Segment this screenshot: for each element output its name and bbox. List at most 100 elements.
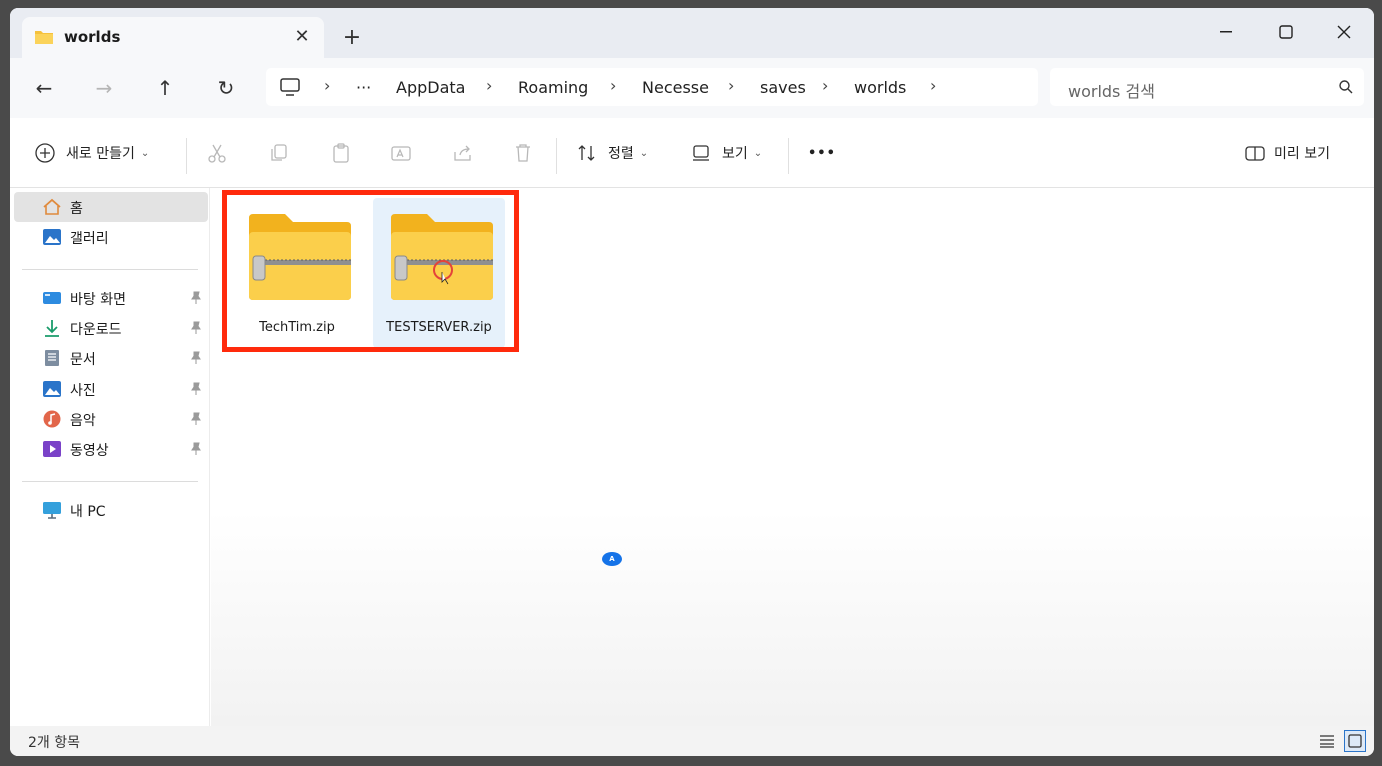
sidebar-item-downloads[interactable]: 다운로드 — [14, 313, 208, 343]
back-button[interactable]: ← — [28, 72, 60, 104]
maximize-icon — [1279, 25, 1293, 39]
toolbar-divider — [556, 138, 557, 174]
breadcrumb-necesse[interactable]: Necesse — [642, 78, 709, 97]
sidebar-label: 바탕 화면 — [70, 292, 126, 308]
chevron-right-icon[interactable]: › — [486, 76, 492, 95]
chevron-down-icon: ⌄ — [753, 147, 763, 159]
minimize-button[interactable] — [1200, 14, 1252, 50]
breadcrumb-roaming[interactable]: Roaming — [518, 78, 588, 97]
tab-title: worlds — [64, 28, 121, 46]
sidebar-divider — [22, 481, 198, 482]
search-box[interactable]: worlds 검색 — [1050, 68, 1364, 106]
pin-icon[interactable] — [190, 291, 202, 305]
breadcrumb-appdata[interactable]: AppData — [396, 78, 465, 97]
file-explorer-window: worlds ✕ + ← → ↑ ↻ › ··· AppData › Roami… — [10, 8, 1374, 756]
maximize-button[interactable] — [1260, 14, 1312, 50]
navigation-pane: 홈 갤러리 바탕 화면 다운로드 문서 사진 음악 동영상 내 PC — [10, 188, 210, 726]
sidebar-label: 동영상 — [70, 443, 109, 459]
sidebar-label: 홈 — [70, 201, 83, 217]
sidebar-item-desktop[interactable]: 바탕 화면 — [14, 283, 208, 313]
more-options-button[interactable]: ••• — [808, 140, 836, 166]
large-icons-view-icon — [1348, 734, 1362, 748]
breadcrumb-saves[interactable]: saves — [760, 78, 806, 97]
sort-icon — [578, 145, 595, 161]
gallery-icon — [43, 229, 61, 245]
sidebar-item-gallery[interactable]: 갤러리 — [14, 222, 208, 252]
computer-icon — [43, 502, 61, 519]
search-icon — [1339, 80, 1353, 94]
pin-icon[interactable] — [190, 412, 202, 426]
sidebar-item-this-pc[interactable]: 내 PC — [14, 495, 208, 525]
pin-icon[interactable] — [190, 442, 202, 456]
home-icon — [43, 198, 61, 215]
address-bar[interactable]: › ··· AppData › Roaming › Necesse › save… — [266, 68, 1038, 106]
chevron-right-icon: › — [324, 76, 331, 95]
sidebar-label: 문서 — [70, 352, 96, 368]
toolbar-divider — [186, 138, 187, 174]
new-button[interactable]: 새로 만들기 ⌄ — [34, 140, 149, 166]
chevron-right-icon[interactable]: › — [930, 76, 936, 95]
new-button-label: 새로 만들기 — [66, 146, 135, 162]
video-icon — [43, 441, 61, 457]
sidebar-label: 갤러리 — [70, 231, 109, 247]
item-count: 2개 항목 — [28, 735, 80, 751]
refresh-button[interactable]: ↻ — [210, 72, 242, 104]
large-icons-view-button[interactable] — [1344, 730, 1366, 752]
paste-button[interactable] — [330, 140, 352, 166]
sidebar-item-pictures[interactable]: 사진 — [14, 374, 208, 404]
sidebar-label: 사진 — [70, 383, 96, 399]
copy-icon — [271, 144, 287, 161]
chevron-down-icon: ⌄ — [639, 147, 649, 159]
sidebar-label: 음악 — [70, 413, 96, 429]
overlay-badge: A — [602, 552, 622, 566]
monitor-icon — [280, 78, 300, 96]
clipboard-icon — [333, 143, 349, 163]
rename-button[interactable] — [390, 140, 412, 166]
close-window-button[interactable] — [1318, 14, 1370, 50]
details-view-button[interactable] — [1316, 730, 1338, 752]
tab-worlds[interactable]: worlds ✕ — [22, 17, 324, 58]
sidebar-item-videos[interactable]: 동영상 — [14, 434, 208, 464]
close-tab-icon[interactable]: ✕ — [290, 25, 314, 49]
search-input[interactable]: worlds 검색 — [1068, 78, 1155, 102]
copy-button[interactable] — [268, 140, 290, 166]
preview-pane-label: 미리 보기 — [1274, 146, 1330, 162]
plus-circle-icon — [35, 143, 55, 163]
pin-icon[interactable] — [190, 351, 202, 365]
sidebar-label: 다운로드 — [70, 322, 122, 338]
breadcrumb-worlds[interactable]: worlds — [854, 78, 906, 97]
document-icon — [45, 350, 59, 366]
delete-button[interactable] — [512, 140, 534, 166]
chevron-down-icon: ⌄ — [140, 147, 150, 159]
view-label: 보기 — [722, 146, 748, 162]
preview-pane-button[interactable]: 미리 보기 — [1244, 140, 1330, 166]
chevron-right-icon[interactable]: › — [822, 76, 828, 95]
sidebar-label: 내 PC — [70, 504, 106, 520]
forward-button[interactable]: → — [88, 72, 120, 104]
sidebar-item-documents[interactable]: 문서 — [14, 343, 208, 373]
sidebar-divider — [22, 269, 198, 270]
view-button[interactable]: 보기 ⌄ — [690, 140, 762, 166]
rename-icon — [391, 146, 411, 161]
up-button[interactable]: ↑ — [149, 72, 181, 104]
pin-icon[interactable] — [190, 321, 202, 335]
new-tab-button[interactable]: + — [338, 24, 366, 52]
pin-icon[interactable] — [190, 382, 202, 396]
sidebar-item-music[interactable]: 음악 — [14, 404, 208, 434]
title-bar: worlds ✕ + — [10, 8, 1374, 58]
music-icon — [43, 410, 61, 428]
sort-button[interactable]: 정렬 ⌄ — [576, 140, 648, 166]
close-icon — [1337, 25, 1351, 39]
breadcrumb-overflow[interactable]: ··· — [356, 78, 371, 97]
sidebar-item-home[interactable]: 홈 — [14, 192, 208, 222]
download-icon — [45, 320, 59, 337]
sort-label: 정렬 — [608, 146, 634, 162]
navigation-bar: ← → ↑ ↻ › ··· AppData › Roaming › Necess… — [10, 58, 1374, 118]
chevron-right-icon[interactable]: › — [728, 76, 734, 95]
desktop-icon — [43, 292, 61, 304]
chevron-right-icon[interactable]: › — [610, 76, 616, 95]
share-button[interactable] — [452, 140, 474, 166]
cut-button[interactable] — [206, 140, 228, 166]
minimize-icon — [1220, 31, 1232, 33]
share-icon — [454, 145, 471, 161]
